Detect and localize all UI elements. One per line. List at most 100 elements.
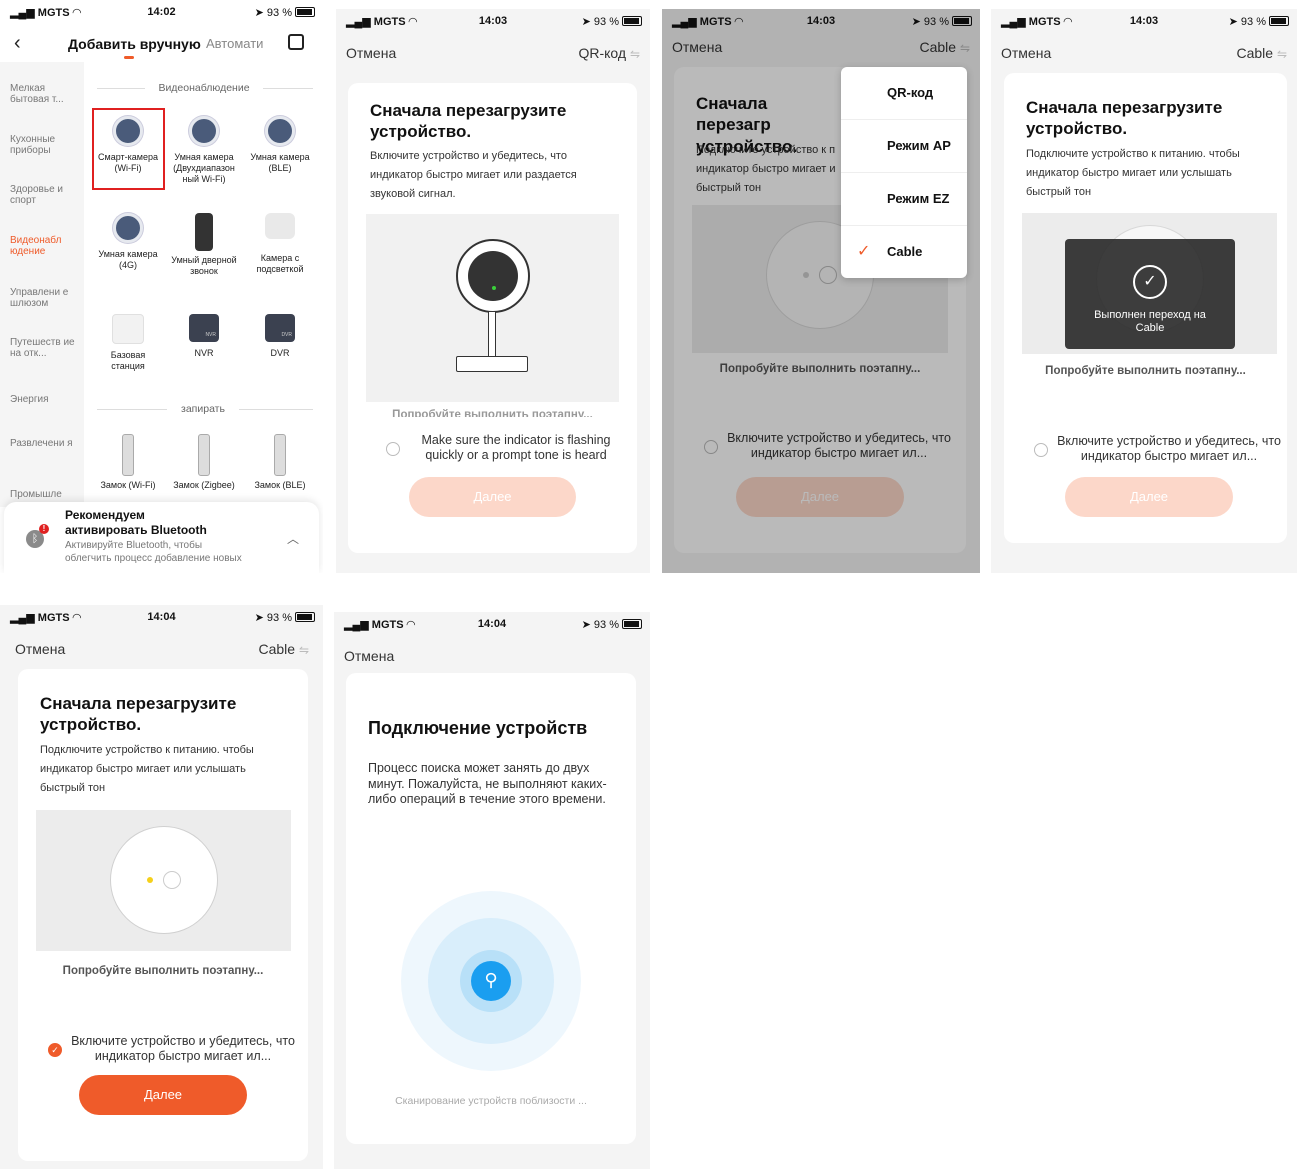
device-camera-dualband[interactable]: Умная камера (Двухдиапазон ный Wi-Fi): [169, 116, 239, 185]
device-smart-camera-wifi[interactable]: Смарт-камера (Wi-Fi): [93, 116, 163, 174]
device-label: Умная камера (BLE): [250, 152, 310, 173]
device-label: Замок (Zigbee): [173, 480, 235, 490]
menu-item-qr[interactable]: QR-код: [841, 67, 967, 120]
radio-unchecked-icon: [1034, 443, 1048, 457]
camera-illustration: [366, 214, 619, 402]
confirm-label: Включите устройство и убедитесь, что инд…: [1057, 434, 1281, 463]
back-icon[interactable]: ‹: [14, 32, 21, 55]
banner-text: Активируйте Bluetooth, чтобы: [65, 540, 203, 551]
battery-icon: [1269, 16, 1289, 26]
sidebar-item-gateway[interactable]: Управлени е шлюзом: [10, 287, 76, 309]
mode-menu: QR-код Режим AP Режим EZ ✓ Cable: [841, 67, 967, 278]
sidebar-item-small-appliances[interactable]: Мелкая бытовая т...: [10, 83, 76, 105]
chevron-up-icon[interactable]: ︿: [287, 530, 299, 547]
device-doorbell[interactable]: Умный дверной звонок: [169, 213, 239, 277]
device-circle: [110, 826, 218, 934]
dvr-icon: DVR: [265, 314, 295, 342]
confirm-label: Включите устройство и убедитесь, что инд…: [71, 1034, 295, 1063]
sidebar-item-energy[interactable]: Энергия: [10, 394, 76, 405]
stepwise-link[interactable]: Попробуйте выполнить поэтапну...: [348, 409, 637, 417]
swap-icon: ⇋: [629, 47, 640, 61]
next-button[interactable]: Далее: [409, 477, 576, 517]
section-title-video: Видеонаблюдение: [158, 82, 250, 94]
status-bar: ▂▄▆ MGTS ◠ 14:04 ➤ 93 %: [334, 612, 650, 638]
cancel-button[interactable]: Отмена: [1001, 45, 1051, 61]
device-dvr[interactable]: DVR DVR: [245, 314, 315, 359]
instruction-text: Включите устройство и убедитесь, что инд…: [370, 150, 577, 200]
next-button[interactable]: Далее: [1065, 477, 1233, 517]
scanning-status: Сканирование устройств поблизости ...: [395, 1095, 587, 1107]
tab-auto-scan[interactable]: Автомати: [206, 36, 263, 51]
battery-icon: [622, 16, 642, 26]
nvr-icon: NVR: [189, 314, 219, 342]
toast-text: Выполнен переход на Cable: [1094, 309, 1206, 334]
device-camera-4g[interactable]: Умная камера (4G): [93, 213, 163, 271]
power-icon: [163, 871, 181, 889]
mode-switch[interactable]: QR-код ⇋: [578, 45, 640, 61]
device-lock-ble[interactable]: Замок (BLE): [245, 434, 315, 491]
banner-title: Рекомендуем: [65, 508, 145, 522]
bluetooth-banner[interactable]: ᛒ ! Рекомендуем активировать Bluetooth А…: [4, 502, 319, 573]
top-nav: Отмена QR-код ⇋: [336, 35, 650, 71]
screen-reset-cable-toast: ▂▄▆ MGTS ◠ 14:03 ➤ 93 % Отмена Cable ⇋ С…: [991, 9, 1297, 573]
device-nvr[interactable]: NVR NVR: [169, 314, 239, 359]
device-lock-wifi[interactable]: Замок (Wi-Fi): [93, 434, 163, 491]
device-illustration: [36, 810, 291, 951]
device-base-station[interactable]: Базовая станция: [93, 314, 163, 372]
base-station-icon: [112, 314, 144, 344]
alert-badge: !: [39, 524, 49, 534]
device-label: Смарт-камера (Wi-Fi): [98, 152, 158, 173]
check-circle-icon: ✓: [1133, 265, 1167, 299]
battery-level: 93 %: [593, 619, 619, 631]
cancel-button[interactable]: Отмена: [15, 641, 65, 657]
device-label: NVR: [194, 348, 214, 358]
sidebar-item-health[interactable]: Здоровье и спорт: [10, 184, 76, 206]
device-lock-zigbee[interactable]: Замок (Zigbee): [169, 434, 239, 491]
device-camera-ble[interactable]: Умная камера (BLE): [245, 116, 315, 174]
section-divider: [263, 88, 313, 89]
device-label: Замок (Wi-Fi): [100, 480, 156, 490]
page-title: Подключение устройств: [368, 718, 588, 738]
status-bar: ▂▄▆ MGTS ◠ 14:03 ➤ 93 %: [991, 9, 1297, 35]
confirm-checkbox[interactable]: ✓ Включите устройство и убедитесь, что и…: [48, 1034, 298, 1064]
stepwise-link[interactable]: Попробуйте выполнить поэтапну...: [18, 965, 308, 977]
reset-card: Сначала перезагрузите устройство. Включи…: [348, 83, 637, 553]
top-nav: Отмена Cable ⇋: [991, 35, 1297, 71]
camera-stand: [488, 312, 496, 358]
mode-switch[interactable]: Cable ⇋: [1236, 45, 1287, 61]
mode-switch[interactable]: Cable ⇋: [258, 641, 309, 657]
menu-item-cable[interactable]: ✓ Cable: [841, 226, 967, 278]
radio-unchecked-icon: [386, 442, 400, 456]
device-label: Умная камера (4G): [98, 249, 158, 270]
sidebar-item-entertainment[interactable]: Развлечени я: [10, 438, 76, 449]
battery-icon: [295, 612, 315, 622]
menu-item-ez[interactable]: Режим EZ: [841, 173, 967, 226]
swap-icon: ⇋: [1276, 47, 1287, 61]
confirm-checkbox[interactable]: Включите устройство и убедитесь, что инд…: [1034, 434, 1284, 464]
camera-head-icon: [456, 239, 530, 313]
swap-icon: ⇋: [298, 643, 309, 657]
instruction-text: Подключите устройство к питанию. чтобы и…: [1026, 148, 1240, 198]
sidebar-item-industry[interactable]: Промышле: [10, 489, 76, 500]
menu-item-ap[interactable]: Режим AP: [841, 120, 967, 173]
device-label: Замок (BLE): [254, 480, 306, 490]
next-button[interactable]: Далее: [79, 1075, 247, 1115]
cancel-button[interactable]: Отмена: [346, 45, 396, 61]
sidebar-item-video[interactable]: Видеонабл юдение: [10, 235, 76, 257]
section-divider: [97, 409, 167, 410]
screen-reset-confirmed: ▂▄▆ MGTS ◠ 14:04 ➤ 93 % Отмена Cable ⇋ С…: [0, 605, 323, 1169]
radio-checked-icon: ✓: [48, 1043, 62, 1057]
stepwise-link[interactable]: Попробуйте выполнить поэтапну...: [1004, 365, 1287, 377]
battery-level: 93 %: [1240, 16, 1266, 28]
cancel-button[interactable]: Отмена: [344, 648, 394, 664]
sidebar-item-travel[interactable]: Путешеств ие на отк...: [10, 337, 76, 359]
device-label: Умный дверной звонок: [171, 255, 237, 276]
section-title-locks: запирать: [181, 403, 225, 415]
device-floodlight-camera[interactable]: Камера с подсветкой: [245, 213, 315, 275]
confirm-checkbox[interactable]: Make sure the indicator is flashing quic…: [386, 433, 626, 463]
device-label: Умная камера (Двухдиапазон ный Wi-Fi): [173, 152, 235, 184]
sidebar-item-kitchen[interactable]: Кухонные приборы: [10, 134, 76, 156]
tab-add-manually[interactable]: Добавить вручную: [68, 36, 201, 52]
mode-switched-toast: ✓ Выполнен переход на Cable: [1065, 239, 1235, 349]
scan-icon[interactable]: [288, 34, 304, 50]
